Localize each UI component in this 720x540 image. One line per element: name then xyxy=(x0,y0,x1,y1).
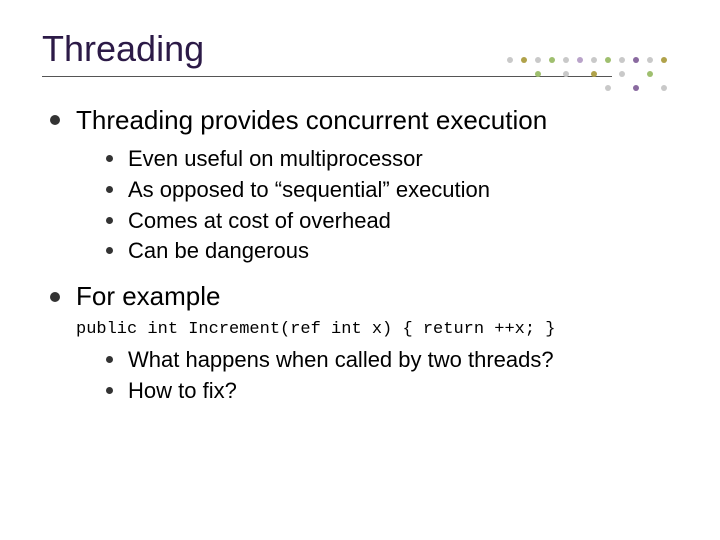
sub-bullet-list: What happens when called by two threads?… xyxy=(76,345,678,407)
sub-bullet-item: What happens when called by two threads? xyxy=(106,345,678,376)
code-line: public int Increment(ref int x) { return… xyxy=(76,320,678,339)
title-underline xyxy=(42,76,612,77)
bullet-text: Threading provides concurrent execution xyxy=(76,105,547,135)
bullet-item: Threading provides concurrent execution … xyxy=(50,103,678,267)
sub-bullet-item: How to fix? xyxy=(106,376,678,407)
sub-bullet-item: As opposed to “sequential” execution xyxy=(106,175,678,206)
bullet-text: For example xyxy=(76,281,221,311)
sub-bullet-list: Even useful on multiprocessor As opposed… xyxy=(76,144,678,267)
bullet-list-continued: What happens when called by two threads?… xyxy=(42,345,678,407)
sub-bullet-item: Can be dangerous xyxy=(106,236,678,267)
slide: Threading Threading provides concurrent … xyxy=(0,0,720,407)
bullet-item: For example xyxy=(50,279,678,314)
sub-bullet-item: Comes at cost of overhead xyxy=(106,206,678,237)
sub-bullet-item: Even useful on multiprocessor xyxy=(106,144,678,175)
bullet-list: Threading provides concurrent execution … xyxy=(42,103,678,314)
bullet-item-spacer: What happens when called by two threads?… xyxy=(50,345,678,407)
slide-title: Threading xyxy=(42,28,678,70)
